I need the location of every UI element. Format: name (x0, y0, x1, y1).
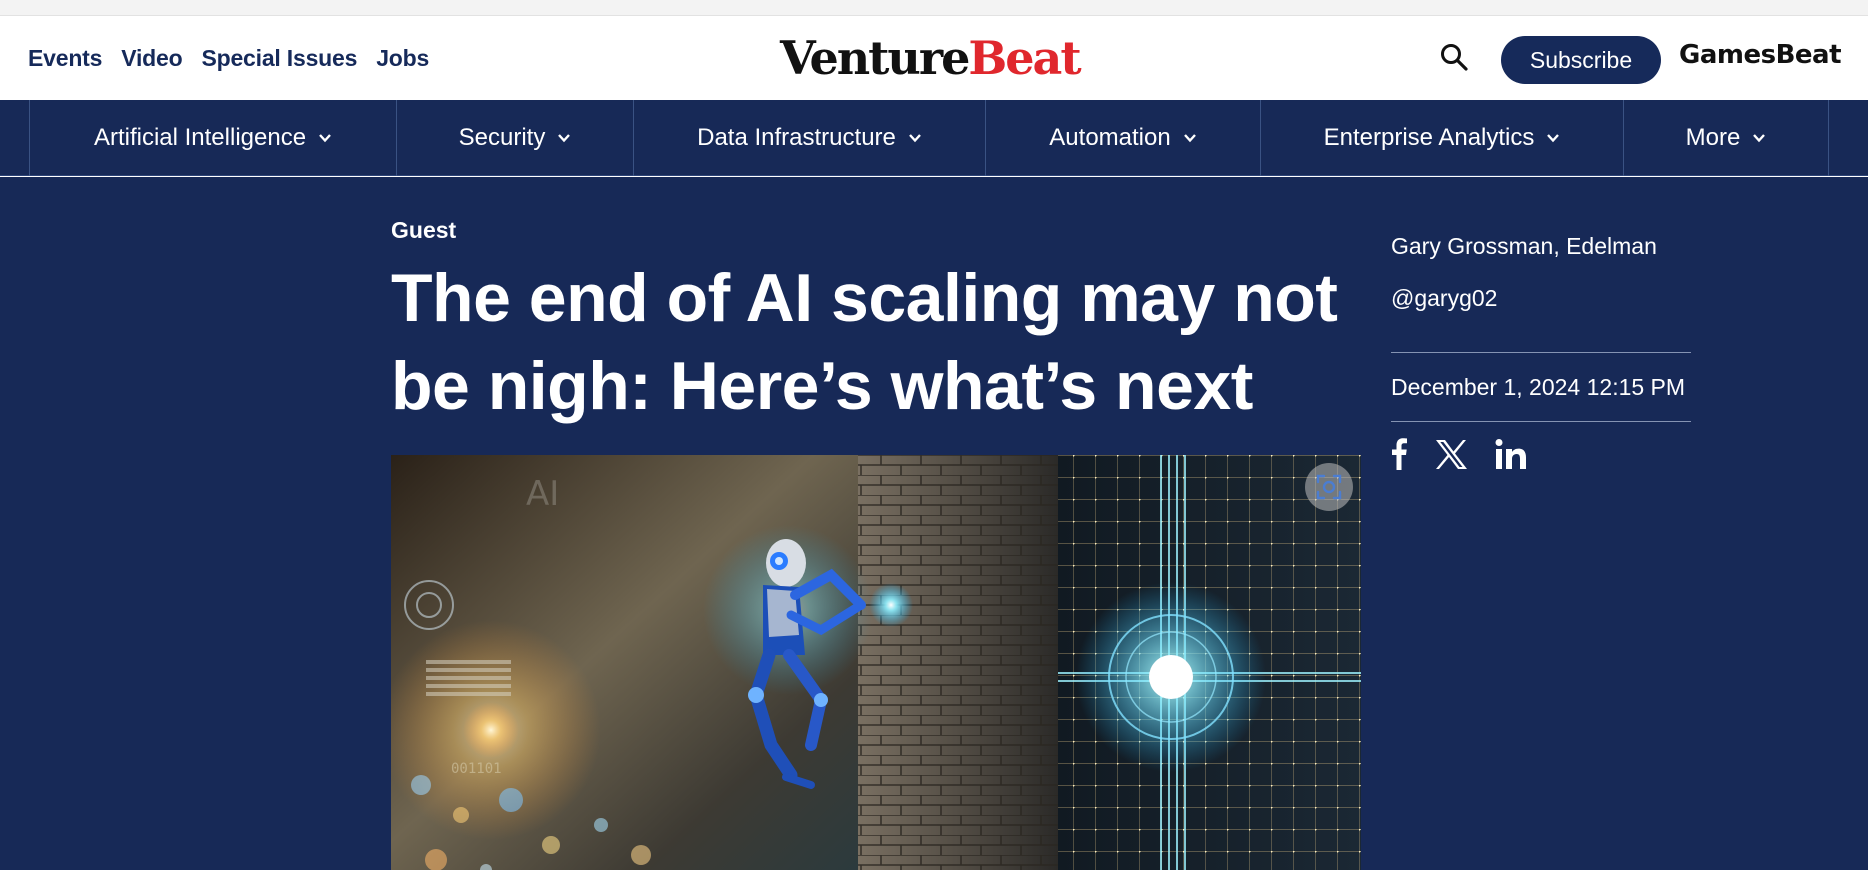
category-nav: Artificial Intelligence Security Data In… (0, 100, 1868, 176)
chevron-down-icon (558, 134, 571, 143)
linkedin-share-button[interactable] (1494, 436, 1528, 472)
divider (1391, 352, 1691, 353)
category-label: Automation (1049, 124, 1171, 151)
category-label: Enterprise Analytics (1323, 124, 1535, 151)
headline-line-1: The end of AI scaling may not (391, 260, 1338, 336)
chevron-down-icon (908, 134, 921, 143)
linkedin-icon (1495, 439, 1526, 469)
page-background (0, 870, 1868, 885)
category-more[interactable]: More (1623, 100, 1829, 176)
nav-link-events[interactable]: Events (28, 45, 102, 72)
headline-line-2: be nigh: Here’s what’s next (391, 348, 1253, 424)
visual-search-button[interactable] (1305, 463, 1353, 511)
category-label: Artificial Intelligence (93, 124, 307, 151)
browser-top-strip (0, 0, 1868, 16)
category-label: Security (458, 124, 546, 151)
share-buttons (1390, 436, 1528, 472)
divider (1391, 421, 1691, 422)
featured-image: AI 001101 (391, 455, 1361, 885)
logo-beat-text: Beat (968, 31, 1081, 85)
category-enterprise-analytics[interactable]: Enterprise Analytics (1260, 100, 1623, 176)
venturebeat-logo[interactable]: VentureBeat (780, 31, 1082, 85)
author-twitter-handle[interactable]: @garyg02 (1391, 285, 1497, 312)
gamesbeat-link[interactable]: GamesBeat (1679, 40, 1842, 70)
nav-link-jobs[interactable]: Jobs (376, 45, 429, 72)
category-artificial-intelligence[interactable]: Artificial Intelligence (29, 100, 396, 176)
chevron-down-icon (1547, 134, 1560, 143)
article-headline: The end of AI scaling may not be nigh: H… (391, 254, 1371, 430)
robot-wall-illustration: AI 001101 (391, 455, 1361, 885)
category-label: Data Infrastructure (697, 124, 896, 151)
x-icon (1436, 440, 1467, 469)
facebook-icon (1392, 438, 1407, 470)
utility-nav: Events Video Special Issues Jobs (28, 16, 429, 100)
search-icon (1441, 44, 1468, 71)
chevron-down-icon (1183, 134, 1196, 143)
visual-search-icon (1316, 474, 1342, 500)
category-label: More (1685, 124, 1741, 151)
x-share-button[interactable] (1434, 436, 1468, 472)
site-header: Events Video Special Issues Jobs Venture… (0, 16, 1868, 100)
logo-venture-text: Venture (780, 31, 970, 85)
category-security[interactable]: Security (396, 100, 633, 176)
category-data-infrastructure[interactable]: Data Infrastructure (633, 100, 985, 176)
chevron-down-icon (1753, 134, 1766, 143)
nav-link-special-issues[interactable]: Special Issues (201, 45, 357, 72)
article-category-tag[interactable]: Guest (391, 217, 456, 244)
subscribe-button[interactable]: Subscribe (1501, 36, 1661, 84)
search-button[interactable] (1438, 41, 1472, 75)
publish-date: December 1, 2024 12:15 PM (1391, 374, 1686, 400)
overlay-ai-text: AI (526, 474, 559, 514)
facebook-share-button[interactable] (1390, 436, 1408, 472)
author-byline[interactable]: Gary Grossman, Edelman (1391, 233, 1657, 260)
chevron-down-icon (319, 134, 331, 143)
overlay-binary-text: 001101 (451, 761, 502, 777)
nav-link-video[interactable]: Video (121, 45, 182, 72)
category-automation[interactable]: Automation (985, 100, 1260, 176)
